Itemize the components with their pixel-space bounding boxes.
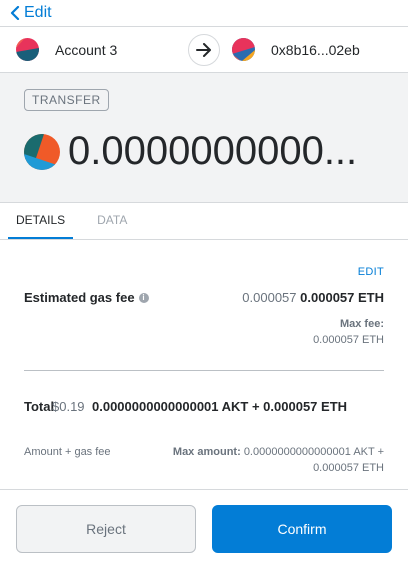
back-label: Edit [24, 4, 52, 21]
divider [24, 370, 384, 371]
transaction-summary: TRANSFER 0.0000000000... [0, 73, 408, 203]
confirm-button[interactable]: Confirm [212, 505, 392, 553]
max-amount-value: 0.0000000000000001 AKT + 0.000057 ETH [243, 446, 384, 474]
reject-button[interactable]: Reject [16, 505, 196, 553]
total-row: Total $0.19 0.0000000000000001 AKT + 0.0… [24, 398, 384, 416]
max-amount: Max amount: 0.0000000000000001 AKT + 0.0… [144, 444, 384, 476]
gas-fee-label-group: Estimated gas fee i [24, 290, 149, 305]
chevron-left-icon [10, 6, 20, 20]
back-edit-button[interactable]: Edit [10, 4, 52, 22]
gas-fee-label: Estimated gas fee [24, 290, 135, 305]
transfer-badge: TRANSFER [24, 89, 109, 111]
arrow-right-icon [188, 34, 220, 66]
max-fee-value: 0.000057 ETH [313, 334, 384, 346]
max-fee: Max fee: 0.000057 ETH [313, 316, 384, 348]
transfer-amount: 0.0000000000... [68, 129, 358, 173]
info-icon[interactable]: i [138, 292, 149, 303]
to-account-avatar [232, 38, 255, 61]
edit-gas-link[interactable]: EDIT [358, 266, 384, 278]
token-avatar [24, 133, 60, 170]
amount-row: 0.0000000000... [24, 129, 388, 174]
gas-fee-value: 0.000057 0.000057 ETH [242, 290, 384, 305]
top-bar: Edit [0, 0, 408, 27]
total-label: Total [24, 399, 55, 414]
from-account[interactable]: Account 3 [0, 38, 204, 61]
amount-gas-label: Amount + gas fee [24, 446, 111, 458]
to-account-address: 0x8b16...02eb [271, 41, 360, 58]
tab-data[interactable]: DATA [89, 213, 135, 239]
gas-fee-primary: 0.000057 ETH [300, 290, 384, 305]
max-fee-label: Max fee: [339, 318, 384, 330]
max-amount-row: Amount + gas fee Max amount: 0.000000000… [24, 444, 384, 476]
tab-details[interactable]: DETAILS [8, 213, 74, 239]
max-amount-label: Max amount: [172, 446, 241, 458]
total-fiat: $0.19 [52, 399, 85, 414]
footer-actions: Reject Confirm [0, 489, 408, 568]
from-account-name: Account 3 [55, 41, 118, 58]
gas-fee-row: Estimated gas fee i 0.000057 0.000057 ET… [24, 290, 384, 305]
to-account[interactable]: 0x8b16...02eb [204, 38, 408, 61]
from-account-avatar [16, 38, 39, 61]
gas-fee-secondary: 0.000057 [242, 290, 297, 305]
account-bar: Account 3 0x8b16...02eb [0, 27, 408, 73]
tab-bar: DETAILS DATA [0, 203, 408, 240]
total-value: 0.0000000000000001 AKT + 0.000057 ETH [92, 399, 348, 414]
